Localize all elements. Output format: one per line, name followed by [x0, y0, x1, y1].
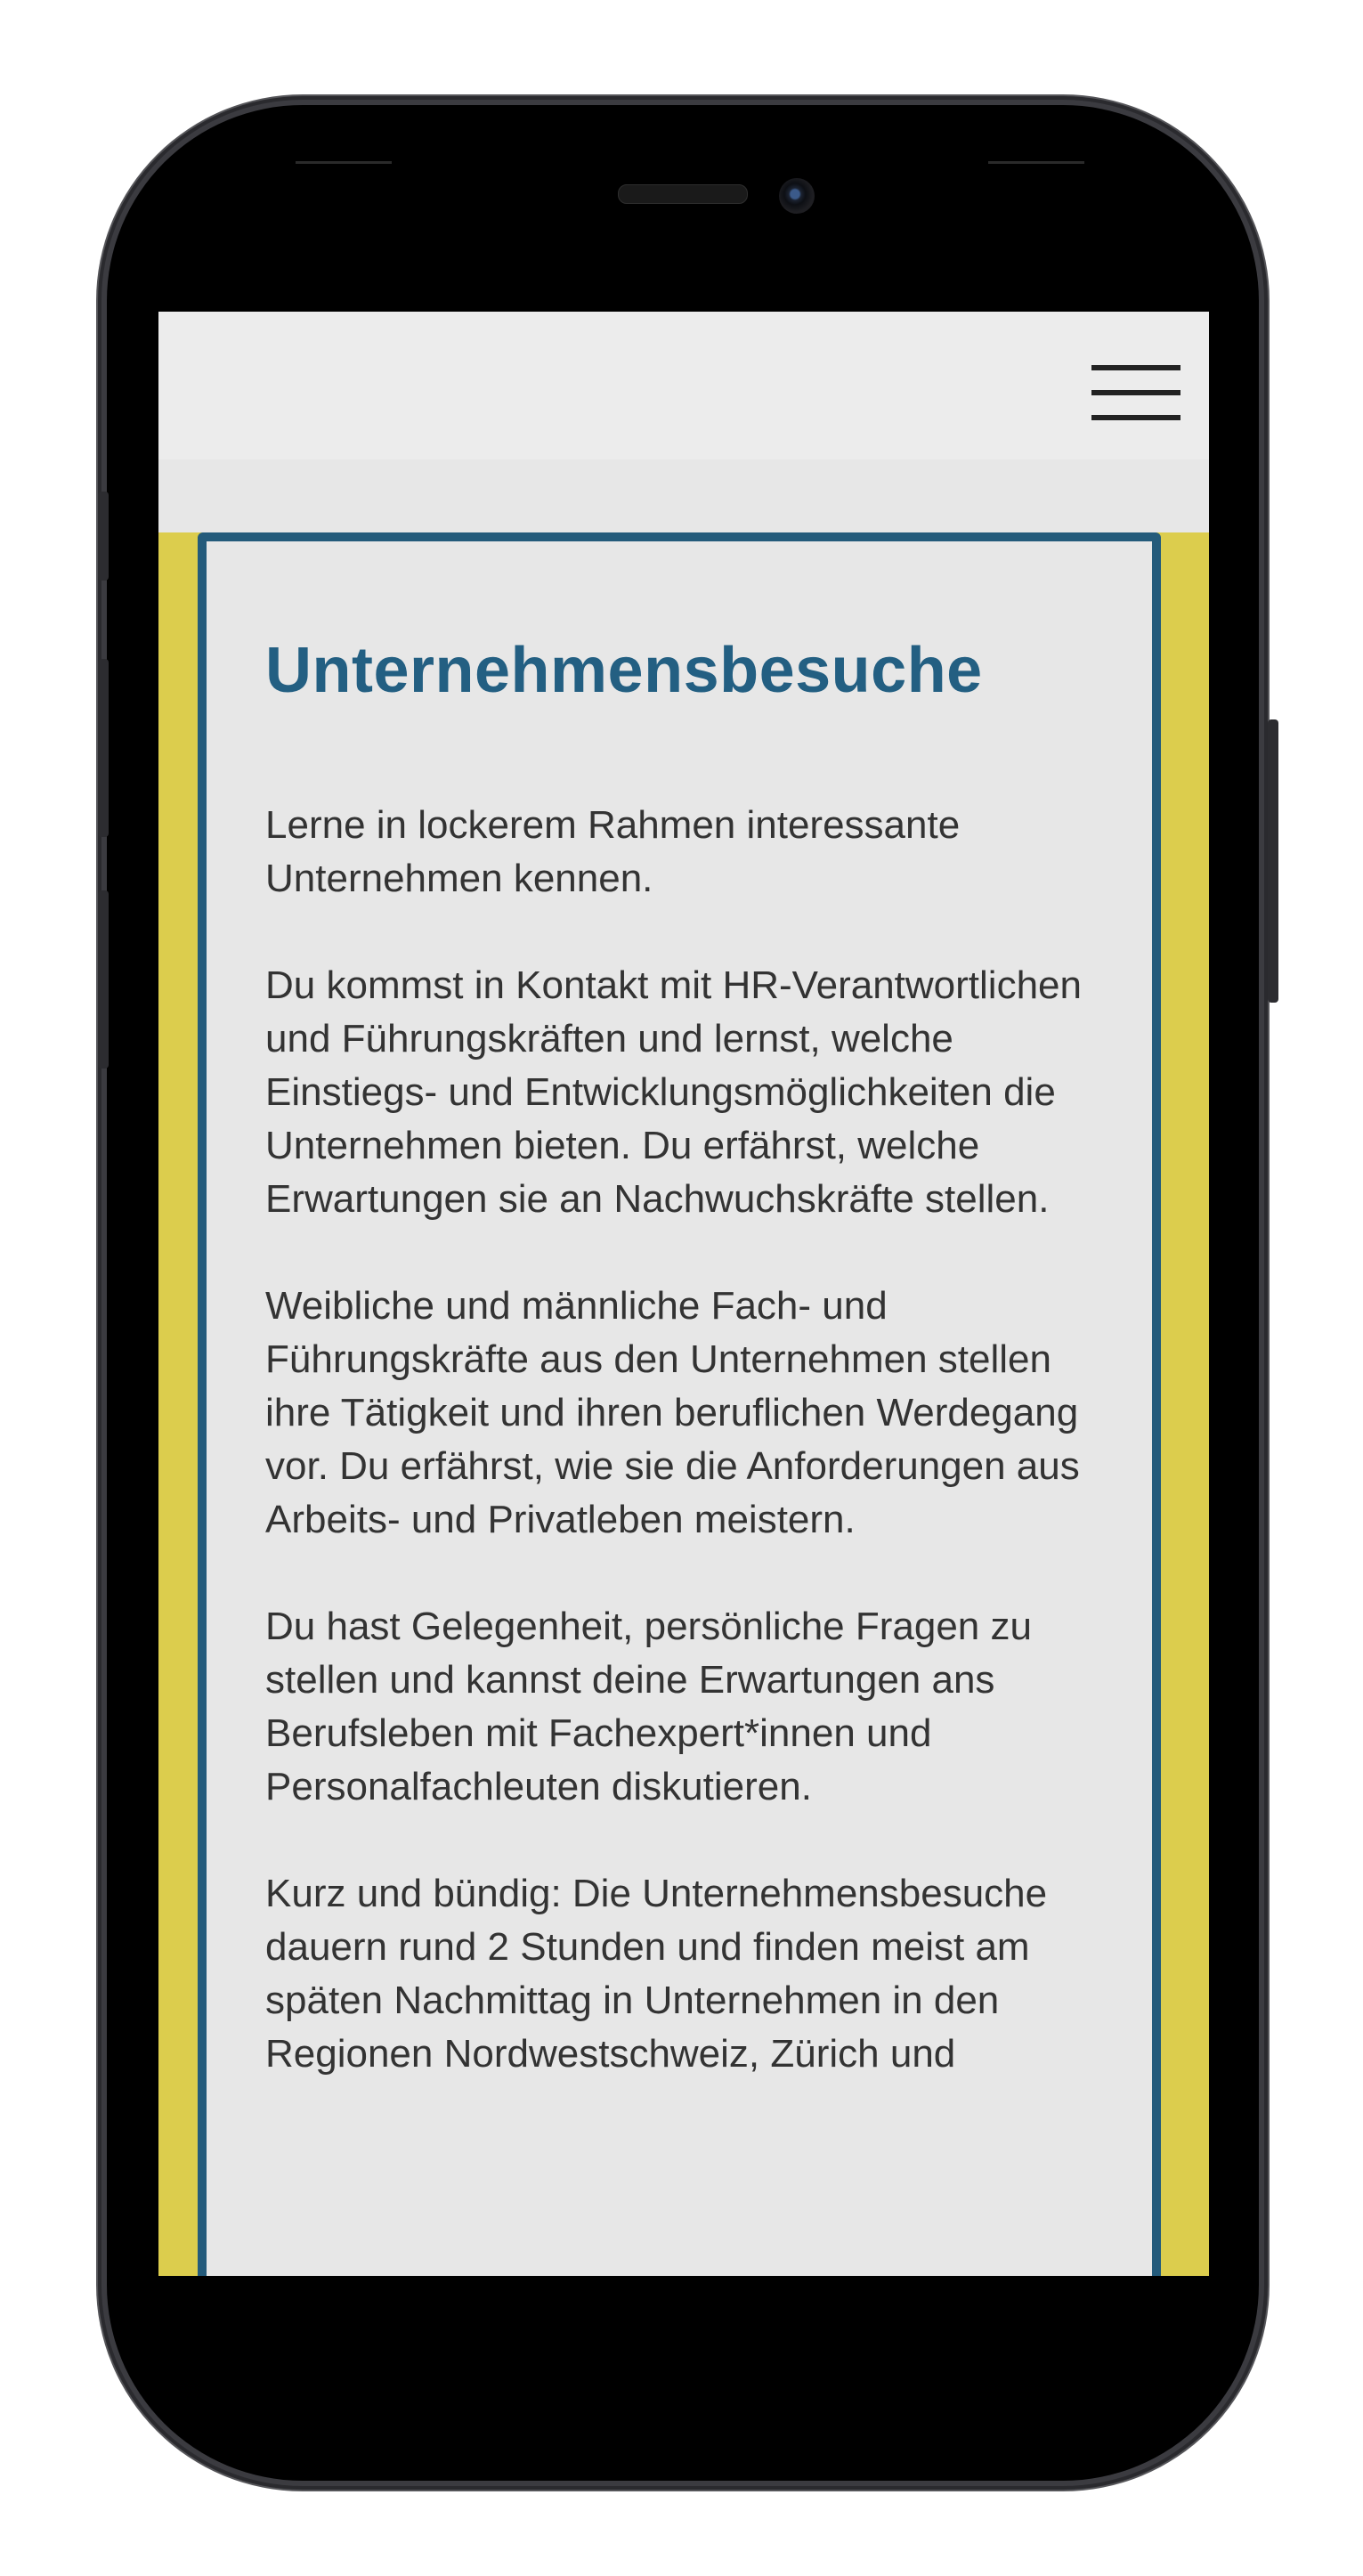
content-body: Lerne in lockerem Rahmen interessante Un… [265, 799, 1102, 2134]
phone-side-button-power [1268, 719, 1278, 1003]
paragraph-contact: Du kommst in Kontakt mit HR-Verantwortli… [265, 963, 1082, 1221]
phone-side-button-volume-down [98, 890, 109, 1069]
paragraph-questions: Du hast Gelegenheit, persönliche Fragen … [265, 1605, 1032, 1808]
phone-camera-icon [779, 178, 815, 214]
phone-earpiece-line-right [988, 161, 1084, 164]
phone-earpiece-line-left [296, 161, 392, 164]
paragraph-speakers: Weibliche und männliche Fach- und Führun… [265, 1284, 1080, 1541]
paragraph-intro: Lerne in lockerem Rahmen interessante Un… [265, 803, 961, 900]
paragraph-summary: Kurz und bündig: Die Unternehmensbesuche… [265, 1872, 1048, 2076]
phone-screen: Unternehmensbesuche Lerne in lockerem Ra… [158, 312, 1209, 2276]
phone-speaker [618, 184, 748, 204]
phone-side-button-volume-up [98, 659, 109, 837]
site-header [158, 312, 1209, 459]
phone-side-button-mute [98, 492, 109, 581]
header-spacer [158, 459, 1209, 532]
page-title: Unternehmensbesuche [265, 635, 983, 706]
hamburger-menu-icon[interactable] [1091, 365, 1180, 420]
